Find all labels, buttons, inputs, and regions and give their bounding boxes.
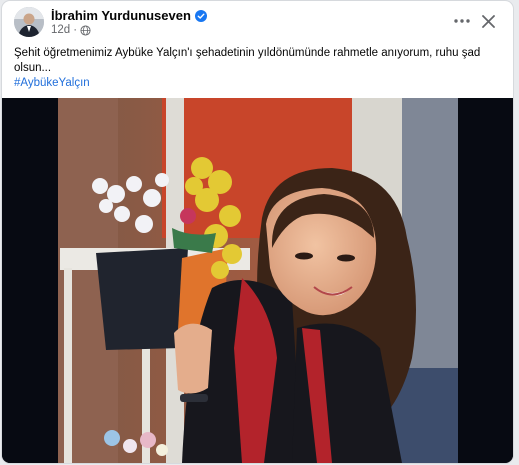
post-photo-image	[2, 98, 513, 463]
close-button[interactable]	[477, 10, 499, 32]
post-text-line-1: Şehit öğretmenimiz Aybüke Yalçın'ı şehad…	[14, 47, 481, 59]
post-meta: 12d ·	[51, 24, 91, 36]
meta-separator: ·	[73, 24, 78, 36]
post-photo[interactable]	[2, 98, 513, 463]
post-text-line-2: olsun...	[14, 62, 52, 74]
post-header: İbrahim Yurdunuseven 12d ·	[2, 1, 513, 45]
hashtag-link[interactable]: #AybükeYalçın	[14, 76, 484, 91]
close-icon	[481, 14, 495, 28]
post-text: Şehit öğretmenimiz Aybüke Yalçın'ı şehad…	[14, 46, 484, 91]
verified-badge-icon	[194, 9, 207, 22]
more-options-icon	[454, 19, 470, 23]
globe-icon[interactable]	[80, 24, 91, 36]
post-timestamp[interactable]: 12d	[51, 24, 70, 36]
more-options-button[interactable]	[451, 10, 473, 32]
author-name[interactable]: İbrahim Yurdunuseven	[51, 8, 207, 23]
author-avatar[interactable]	[14, 7, 44, 37]
post-card: İbrahim Yurdunuseven 12d · Şehit öğretme…	[2, 1, 513, 463]
author-name-label[interactable]: İbrahim Yurdunuseven	[51, 8, 191, 23]
